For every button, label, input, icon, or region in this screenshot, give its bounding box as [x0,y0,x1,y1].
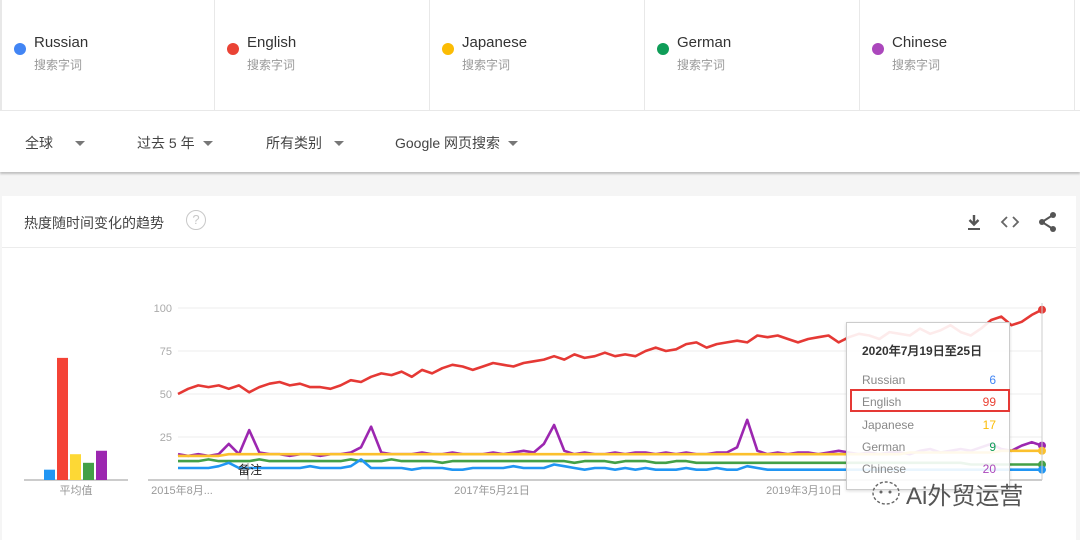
term-card-german[interactable]: German 搜索字词 [645,0,860,111]
series-color-dot [14,43,26,55]
term-type: 搜索字词 [677,58,726,72]
search-type-filter-dropdown[interactable]: Google 网页搜索 [395,133,519,153]
filter-label: 全球 [25,135,53,151]
term-name: Chinese [892,34,948,51]
category-filter-dropdown[interactable]: 所有类别 [266,133,344,153]
tooltip-term: Russian [862,373,906,387]
term-card-japanese[interactable]: Japanese 搜索字词 [430,0,645,111]
share-icon[interactable] [1036,210,1060,234]
tooltip-term: German [862,440,906,454]
data-tooltip: 2020年7月19日至25日 Russian 6 English 99 Japane… [846,322,1010,490]
download-icon[interactable] [962,210,986,234]
tooltip-row-german: German 9 [862,440,996,454]
term-card-chinese[interactable]: Chinese 搜索字词 [860,0,1075,111]
tooltip-term: English [862,395,902,409]
filter-label: 所有类别 [266,135,322,151]
tooltip-value: 99 [982,395,996,409]
region-filter-dropdown[interactable]: 全球 [25,133,85,153]
filter-bar: 全球 过去 5 年 所有类别 Google 网页搜索 [0,111,1080,172]
tooltip-row-russian: Russian 6 [862,373,996,387]
watermark-text: Ai外贸运营 [906,483,1024,510]
term-type: 搜索字词 [462,58,511,72]
card-header: 热度随时间变化的趋势 ? [2,196,1076,248]
question-circle-icon[interactable]: ? [186,210,206,230]
compare-terms-bar: Russian 搜索字词 English 搜索字词 Japanese 搜索字词 … [0,0,1080,111]
tooltip-date: 2020年7月19日至25日 [862,344,983,358]
filter-label: Google 网页搜索 [395,135,501,151]
tooltip-value: 6 [989,373,996,387]
time-range-filter-dropdown[interactable]: 过去 5 年 [137,133,213,153]
series-color-dot [872,43,884,55]
term-name: English [247,34,297,51]
term-name: Japanese [462,34,528,51]
tooltip-value: 17 [982,418,996,432]
tooltip-term: Japanese [862,418,915,432]
series-color-dot [442,43,454,55]
caret-down-icon [334,140,344,146]
wechat-icon [872,480,900,505]
tooltip-term: Chinese [862,462,907,476]
tooltip-row-chinese: Chinese 20 [862,462,996,476]
term-type: 搜索字词 [34,58,83,72]
series-color-dot [227,43,239,55]
term-type: 搜索字词 [247,58,296,72]
term-name: German [677,34,732,51]
term-card-english[interactable]: English 搜索字词 [215,0,430,111]
series-color-dot [657,43,669,55]
filter-label: 过去 5 年 [137,135,195,151]
term-name: Russian [34,34,89,51]
card-title: 热度随时间变化的趋势 [24,215,164,231]
term-card-russian[interactable]: Russian 搜索字词 [0,0,215,111]
tooltip-row-english: English 99 [862,395,996,409]
caret-down-icon [508,140,519,146]
term-type: 搜索字词 [892,58,941,72]
embed-code-icon[interactable] [998,210,1022,234]
caret-down-icon [202,140,213,146]
tooltip-value: 20 [982,462,996,476]
tooltip-row-japanese: Japanese 17 [862,418,996,432]
watermark: Ai外贸运营 [870,476,1023,511]
tooltip-value: 9 [989,440,996,454]
caret-down-icon [75,140,85,146]
